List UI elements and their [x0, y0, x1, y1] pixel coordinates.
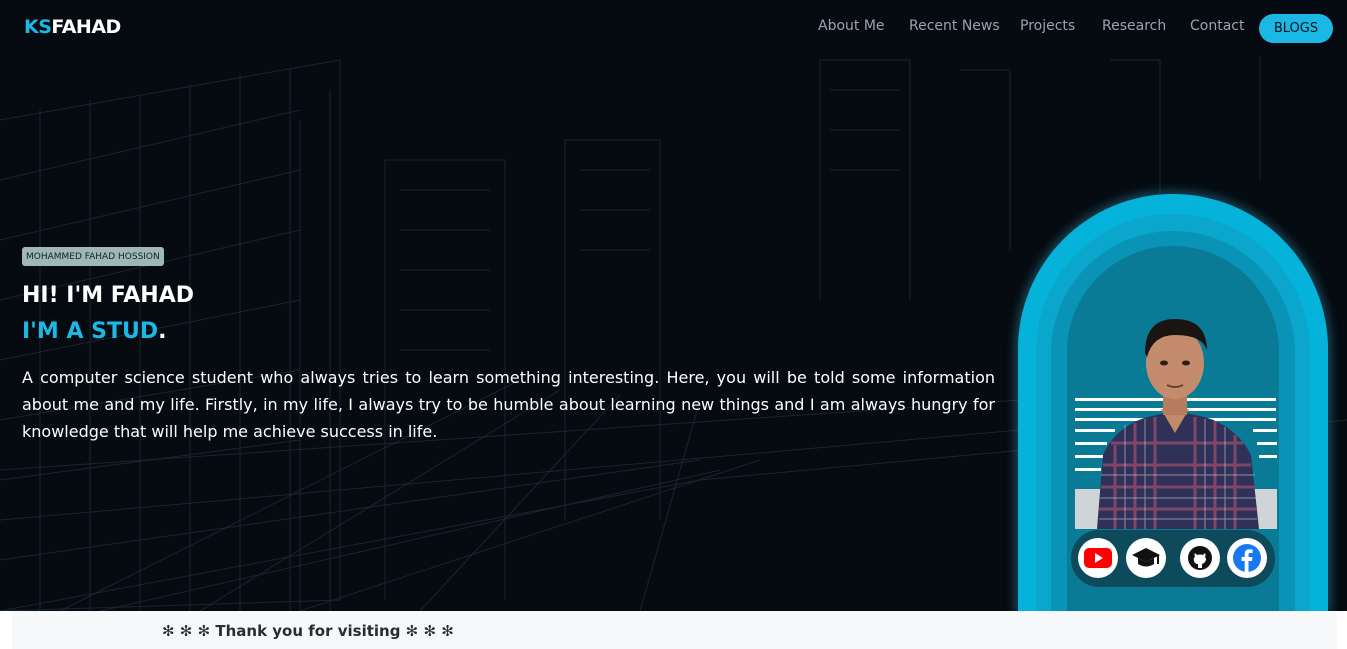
nav-link-contact[interactable]: Contact — [1190, 18, 1244, 34]
footer: ✻ ✻ ✻ Thank you for visiting ✻ ✻ ✻ — [12, 611, 1337, 649]
facebook-icon[interactable] — [1227, 538, 1267, 578]
typed-cursor: . — [158, 319, 167, 344]
hero-headline: HI! I'M FAHAD — [22, 283, 194, 308]
typed-role-line: I'M A STUD. — [22, 319, 167, 344]
bio-paragraph: A computer science student who always tr… — [22, 368, 995, 441]
footer-message: ✻ ✻ ✻ Thank you for visiting ✻ ✻ ✻ — [162, 622, 454, 640]
graduation-cap-icon[interactable] — [1126, 538, 1166, 578]
youtube-icon[interactable] — [1078, 538, 1118, 578]
nav-link-research[interactable]: Research — [1102, 18, 1166, 34]
nav-link-about-me[interactable]: About Me — [818, 18, 885, 34]
nav-link-projects[interactable]: Projects — [1020, 18, 1075, 34]
nav-link-recent-news[interactable]: Recent News — [909, 18, 1000, 34]
profile-photo — [1075, 319, 1277, 529]
typed-text: I'M A STUD — [22, 319, 159, 344]
github-icon[interactable] — [1180, 538, 1220, 578]
blogs-button[interactable]: BLOGS — [1259, 14, 1333, 43]
nav-links: About Me Recent News Projects Research C… — [0, 18, 1347, 38]
name-badge: MOHAMMED FAHAD HOSSION — [22, 247, 164, 266]
hero-section: KSFAHAD About Me Recent News Projects Re… — [0, 0, 1347, 611]
navbar: KSFAHAD About Me Recent News Projects Re… — [0, 0, 1347, 56]
